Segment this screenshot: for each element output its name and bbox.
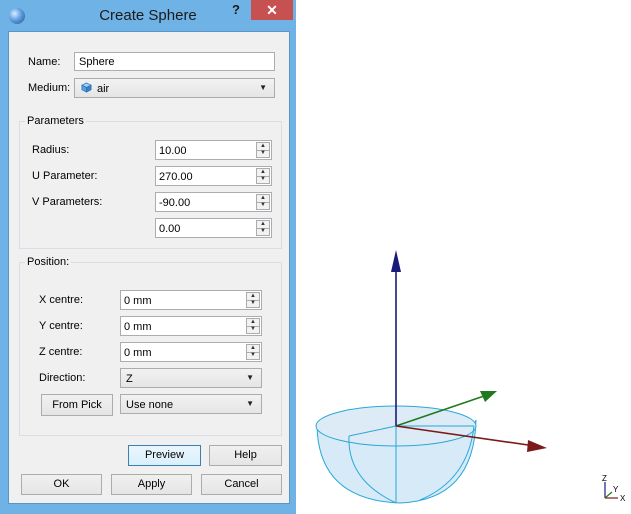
direction-label: Direction: bbox=[39, 372, 86, 384]
from-pick-button[interactable]: From Pick bbox=[41, 394, 113, 416]
name-label: Name: bbox=[28, 56, 61, 68]
radius-spinbox[interactable]: 10.00 ▲ ▼ bbox=[155, 140, 272, 160]
spin-down-icon[interactable]: ▼ bbox=[247, 326, 259, 333]
u-parameter-spinbox[interactable]: 270.00 ▲ ▼ bbox=[155, 166, 272, 186]
medium-value: air bbox=[97, 83, 110, 95]
apply-button[interactable]: Apply bbox=[111, 474, 192, 495]
x-centre-value: 0 mm bbox=[124, 295, 152, 307]
cube-icon bbox=[81, 82, 92, 93]
z-axis-arrowhead bbox=[391, 250, 401, 272]
scene-svg bbox=[315, 250, 547, 504]
chevron-down-icon: ▼ bbox=[246, 373, 254, 382]
ok-button[interactable]: OK bbox=[21, 474, 102, 495]
x-centre-spinbox[interactable]: 0 mm ▲ ▼ bbox=[120, 290, 262, 310]
triad-x-label: X bbox=[620, 494, 626, 503]
direction-select[interactable]: Z ▼ bbox=[120, 368, 262, 388]
preview-button[interactable]: Preview bbox=[128, 445, 201, 466]
3d-viewport[interactable]: Z Y X bbox=[296, 0, 631, 514]
v-parameter-2-spinbox[interactable]: 0.00 ▲ ▼ bbox=[155, 218, 272, 238]
v-parameter-2-value: 0.00 bbox=[159, 223, 181, 235]
direction-value: Z bbox=[126, 373, 133, 385]
y-centre-label: Y centre: bbox=[39, 320, 83, 332]
help-icon[interactable]: ? bbox=[225, 0, 247, 20]
radius-spin-arrows[interactable]: ▲ ▼ bbox=[256, 142, 270, 158]
name-field[interactable]: Sphere bbox=[74, 52, 275, 71]
y-centre-spinbox[interactable]: 0 mm ▲ ▼ bbox=[120, 316, 262, 336]
cancel-button[interactable]: Cancel bbox=[201, 474, 282, 495]
u-parameter-label: U Parameter: bbox=[32, 170, 98, 182]
v-parameter-1-value: -90.00 bbox=[159, 197, 191, 209]
radius-value: 10.00 bbox=[159, 145, 187, 157]
spin-down-icon[interactable]: ▼ bbox=[257, 228, 269, 235]
help-button[interactable]: Help bbox=[209, 445, 282, 466]
x-axis-arrowhead bbox=[527, 440, 547, 452]
medium-label: Medium: bbox=[28, 82, 71, 94]
v1-spin-arrows[interactable]: ▲ ▼ bbox=[256, 194, 270, 210]
name-value: Sphere bbox=[79, 56, 115, 68]
y-axis-arrowhead bbox=[480, 391, 497, 402]
pick-select[interactable]: Use none ▼ bbox=[120, 394, 262, 414]
medium-select[interactable]: air ▼ bbox=[74, 78, 275, 98]
spin-down-icon[interactable]: ▼ bbox=[257, 150, 269, 157]
v-parameter-1-spinbox[interactable]: -90.00 ▲ ▼ bbox=[155, 192, 272, 212]
y-spin-arrows[interactable]: ▲ ▼ bbox=[246, 318, 260, 334]
dialog-body: Name: Sphere Medium: air ▼ Parameters Ra… bbox=[8, 31, 290, 504]
z-centre-spinbox[interactable]: 0 mm ▲ ▼ bbox=[120, 342, 262, 362]
create-sphere-dialog: Create Sphere ? ✕ Name: Sphere Medium: a… bbox=[0, 0, 296, 514]
spin-down-icon[interactable]: ▼ bbox=[257, 202, 269, 209]
spin-down-icon[interactable]: ▼ bbox=[247, 352, 259, 359]
chevron-down-icon: ▼ bbox=[259, 83, 267, 92]
radius-label: Radius: bbox=[32, 144, 70, 156]
z-spin-arrows[interactable]: ▲ ▼ bbox=[246, 344, 260, 360]
x-centre-label: X centre: bbox=[39, 294, 84, 306]
u-parameter-value: 270.00 bbox=[159, 171, 193, 183]
v2-spin-arrows[interactable]: ▲ ▼ bbox=[256, 220, 270, 236]
pick-value: Use none bbox=[126, 399, 174, 411]
z-centre-value: 0 mm bbox=[124, 347, 152, 359]
y-centre-value: 0 mm bbox=[124, 321, 152, 333]
close-icon[interactable]: ✕ bbox=[251, 0, 293, 20]
axis-triad-icon: Z Y X bbox=[602, 474, 626, 503]
triad-y-label: Y bbox=[613, 485, 619, 494]
chevron-down-icon: ▼ bbox=[246, 399, 254, 408]
spin-down-icon[interactable]: ▼ bbox=[247, 300, 259, 307]
spin-down-icon[interactable]: ▼ bbox=[257, 176, 269, 183]
triad-z-label: Z bbox=[602, 474, 607, 483]
v-parameters-label: V Parameters: bbox=[32, 196, 103, 208]
x-spin-arrows[interactable]: ▲ ▼ bbox=[246, 292, 260, 308]
u-spin-arrows[interactable]: ▲ ▼ bbox=[256, 168, 270, 184]
position-group-title: Position: bbox=[25, 256, 72, 268]
parameters-group-title: Parameters bbox=[25, 115, 86, 127]
z-centre-label: Z centre: bbox=[39, 346, 83, 358]
